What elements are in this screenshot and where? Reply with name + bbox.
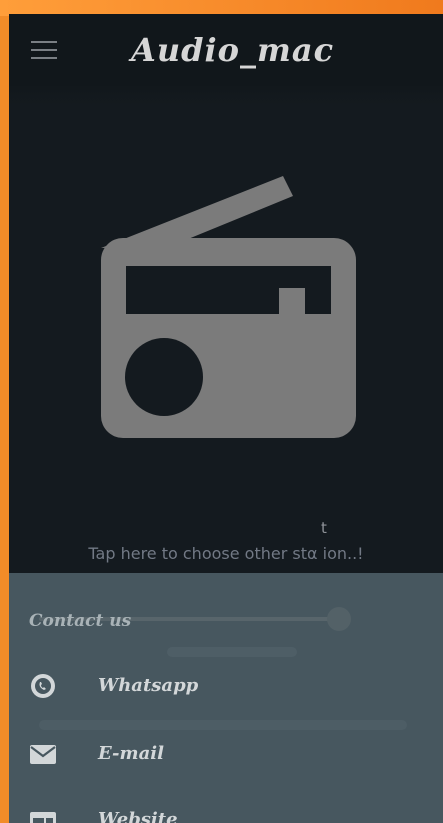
contact-website[interactable]: Website xyxy=(9,798,443,823)
contact-label: Website xyxy=(98,809,178,823)
app-window: Audio_mac t Tap here to choose other stα… xyxy=(9,14,443,823)
website-icon xyxy=(29,807,57,823)
contact-heading: Contact us xyxy=(29,611,132,631)
faded-text-line xyxy=(167,647,297,657)
email-icon xyxy=(29,741,57,767)
radio-icon[interactable] xyxy=(101,176,356,438)
contact-label: Whatsapp xyxy=(98,675,199,696)
contact-label: E-mail xyxy=(98,743,164,764)
faded-text-line xyxy=(39,720,407,730)
app-title: Audio_mac xyxy=(131,31,335,69)
screen-frame: Audio_mac t Tap here to choose other stα… xyxy=(0,0,443,823)
contact-email[interactable]: E-mail xyxy=(9,732,443,776)
menu-icon[interactable] xyxy=(31,41,57,61)
hint-fragment: t xyxy=(321,519,327,537)
contact-whatsapp[interactable]: Whatsapp xyxy=(9,664,443,708)
volume-slider-thumb[interactable] xyxy=(327,607,351,631)
choose-station-hint[interactable]: Tap here to choose other stα ion..! xyxy=(9,544,443,564)
app-bar: Audio_mac xyxy=(9,14,443,86)
contact-panel: Contact us Whatsapp E-mail Website xyxy=(9,573,443,823)
whatsapp-icon xyxy=(29,673,57,699)
app-bar-shadow xyxy=(9,86,443,106)
